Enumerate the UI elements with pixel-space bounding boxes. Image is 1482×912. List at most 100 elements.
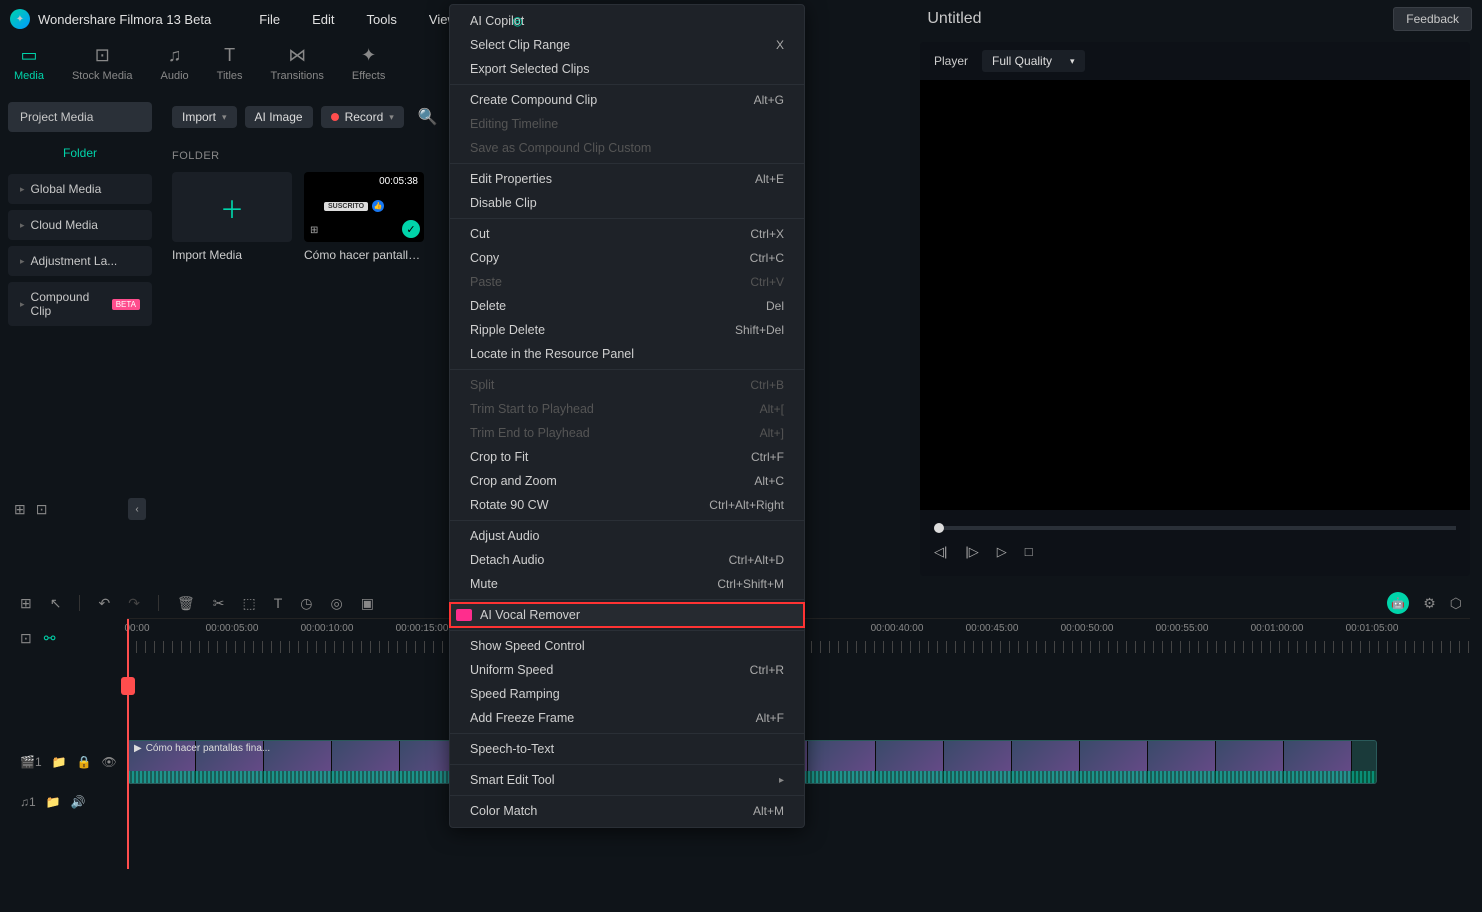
settings-icon[interactable]: ⚙: [1423, 595, 1436, 612]
context-menu-label: Show Speed Control: [470, 639, 585, 653]
mute-icon[interactable]: 🔊: [71, 795, 86, 809]
tab-media[interactable]: ▭Media: [14, 44, 44, 82]
shortcut-label: Ctrl+Shift+M: [717, 577, 784, 591]
import-media-tile[interactable]: ＋ Import Media: [172, 172, 292, 262]
context-menu-item[interactable]: Select Clip RangeX: [450, 33, 804, 57]
context-menu-label: Edit Properties: [470, 172, 552, 186]
stop-button[interactable]: □: [1025, 544, 1033, 560]
context-menu-label: Smart Edit Tool: [470, 773, 555, 787]
menu-tools[interactable]: Tools: [367, 12, 397, 27]
context-menu-item[interactable]: Speech-to-Text: [450, 737, 804, 761]
context-menu-item[interactable]: Locate in the Resource Panel: [450, 342, 804, 366]
video-track-icon: 🎬1: [20, 755, 42, 769]
sidebar-adjustment-layer[interactable]: ▸Adjustment La...: [8, 246, 152, 276]
shortcut-label: Ctrl+Alt+Right: [709, 498, 784, 512]
visibility-icon[interactable]: 👁: [102, 755, 117, 769]
context-menu-label: Trim Start to Playhead: [470, 402, 594, 416]
context-menu-item[interactable]: Ripple DeleteShift+Del: [450, 318, 804, 342]
effects-icon: ✦: [357, 44, 381, 66]
scrub-handle[interactable]: [934, 523, 944, 533]
context-menu-item[interactable]: Crop and ZoomAlt+C: [450, 469, 804, 493]
collapse-sidebar-button[interactable]: ‹: [128, 498, 146, 520]
titles-icon: T: [218, 44, 242, 66]
context-menu-item[interactable]: Detach AudioCtrl+Alt+D: [450, 548, 804, 572]
context-menu-item[interactable]: Add Freeze FrameAlt+F: [450, 706, 804, 730]
menu-file[interactable]: File: [259, 12, 280, 27]
context-menu-item[interactable]: Create Compound ClipAlt+G: [450, 88, 804, 112]
import-button[interactable]: Import▾: [172, 106, 237, 128]
context-menu-label: Copy: [470, 251, 499, 265]
context-menu-item[interactable]: DeleteDel: [450, 294, 804, 318]
quality-select[interactable]: Full Quality▾: [982, 50, 1085, 72]
tab-effects[interactable]: ✦Effects: [352, 44, 385, 82]
folder-add-icon[interactable]: ⊞: [14, 501, 26, 518]
folder-icon[interactable]: 📁: [52, 755, 67, 769]
sidebar-project-media[interactable]: Project Media: [8, 102, 152, 132]
record-dot-icon: [331, 113, 339, 121]
tab-stock-media[interactable]: ⊡Stock Media: [72, 44, 133, 82]
shortcut-label: Ctrl+R: [750, 663, 784, 677]
context-menu-item[interactable]: Color MatchAlt+M: [450, 799, 804, 823]
track-layout-icon[interactable]: ⊡: [20, 630, 32, 647]
context-menu-item[interactable]: Copy Ctrl+C: [450, 246, 804, 270]
prev-frame-button[interactable]: ◁|: [934, 544, 947, 560]
sidebar-global-media[interactable]: ▸Global Media: [8, 174, 152, 204]
sidebar-folder[interactable]: Folder: [8, 138, 152, 168]
ai-copilot-icon[interactable]: 🤖: [1387, 592, 1409, 614]
context-menu-item[interactable]: Smart Edit Tool ▸: [450, 768, 804, 792]
sidebar-cloud-media[interactable]: ▸Cloud Media: [8, 210, 152, 240]
context-menu-item[interactable]: Adjust Audio: [450, 524, 804, 548]
cursor-icon[interactable]: ↖: [50, 595, 62, 612]
record-button[interactable]: Record▾: [321, 106, 404, 128]
context-menu-item[interactable]: Crop to FitCtrl+F: [450, 445, 804, 469]
context-menu-item[interactable]: Speed Ramping: [450, 682, 804, 706]
playhead[interactable]: [127, 619, 129, 869]
split-button[interactable]: ✂: [213, 595, 225, 612]
context-menu-item[interactable]: Uniform SpeedCtrl+R: [450, 658, 804, 682]
ai-image-button[interactable]: AI Image: [245, 106, 313, 128]
menu-edit[interactable]: Edit: [312, 12, 334, 27]
redo-button[interactable]: ↷: [128, 595, 140, 612]
speed-button[interactable]: ◷: [300, 595, 312, 612]
tab-audio[interactable]: ♫Audio: [161, 44, 189, 82]
player-viewport[interactable]: [920, 80, 1470, 510]
sidebar-compound-clip[interactable]: ▸Compound ClipBETA: [8, 282, 152, 326]
lock-icon[interactable]: 🔒: [77, 755, 92, 769]
folder-icon[interactable]: ⊡: [36, 501, 48, 518]
context-menu-item[interactable]: CutCtrl+X: [450, 222, 804, 246]
folder-icon[interactable]: 📁: [46, 795, 61, 809]
keyframe-button[interactable]: ▣: [361, 595, 374, 612]
crop-button[interactable]: ⬚: [242, 595, 255, 612]
context-menu-label: Delete: [470, 299, 506, 313]
text-button[interactable]: T: [274, 595, 283, 611]
context-menu-item[interactable]: Edit PropertiesAlt+E: [450, 167, 804, 191]
undo-button[interactable]: ↶: [98, 595, 110, 612]
context-menu-item[interactable]: Export Selected Clips: [450, 57, 804, 81]
link-icon[interactable]: ⚯: [44, 630, 56, 647]
tab-titles[interactable]: TTitles: [217, 44, 243, 82]
context-menu-item[interactable]: AI Vocal Remover: [450, 603, 804, 627]
color-button[interactable]: ◎: [330, 595, 342, 612]
context-menu-item: Trim End to PlayheadAlt+]: [450, 421, 804, 445]
media-clip-tile[interactable]: 00:05:38 SUSCRITO 👍 ⊞ ✓ Cómo hacer panta…: [304, 172, 424, 262]
shortcut-label: Ctrl+V: [750, 275, 784, 289]
shortcut-label: Ctrl+Alt+D: [729, 553, 784, 567]
player-scrubber[interactable]: [934, 526, 1456, 530]
search-icon[interactable]: 🔍: [418, 107, 438, 127]
context-menu-item[interactable]: MuteCtrl+Shift+M: [450, 572, 804, 596]
context-menu-item[interactable]: Disable Clip: [450, 191, 804, 215]
delete-button[interactable]: 🗑: [177, 595, 195, 612]
submenu-arrow-icon: ▸: [779, 775, 784, 786]
tab-transitions[interactable]: ⋈Transitions: [271, 44, 324, 82]
grid-icon[interactable]: ⊞: [20, 595, 32, 612]
feedback-button[interactable]: Feedback: [1393, 7, 1472, 31]
context-menu-item[interactable]: AI Copilot ◎: [450, 9, 804, 33]
context-menu-item: SplitCtrl+B: [450, 373, 804, 397]
marker-icon[interactable]: ⬡: [1450, 595, 1462, 612]
next-frame-button[interactable]: |▷: [965, 544, 978, 560]
play-button[interactable]: ▷: [997, 544, 1007, 560]
context-menu-item[interactable]: Show Speed Control: [450, 634, 804, 658]
audio-icon: ♫: [163, 44, 187, 66]
shortcut-label: Ctrl+C: [750, 251, 784, 265]
context-menu-item[interactable]: Rotate 90 CWCtrl+Alt+Right: [450, 493, 804, 517]
